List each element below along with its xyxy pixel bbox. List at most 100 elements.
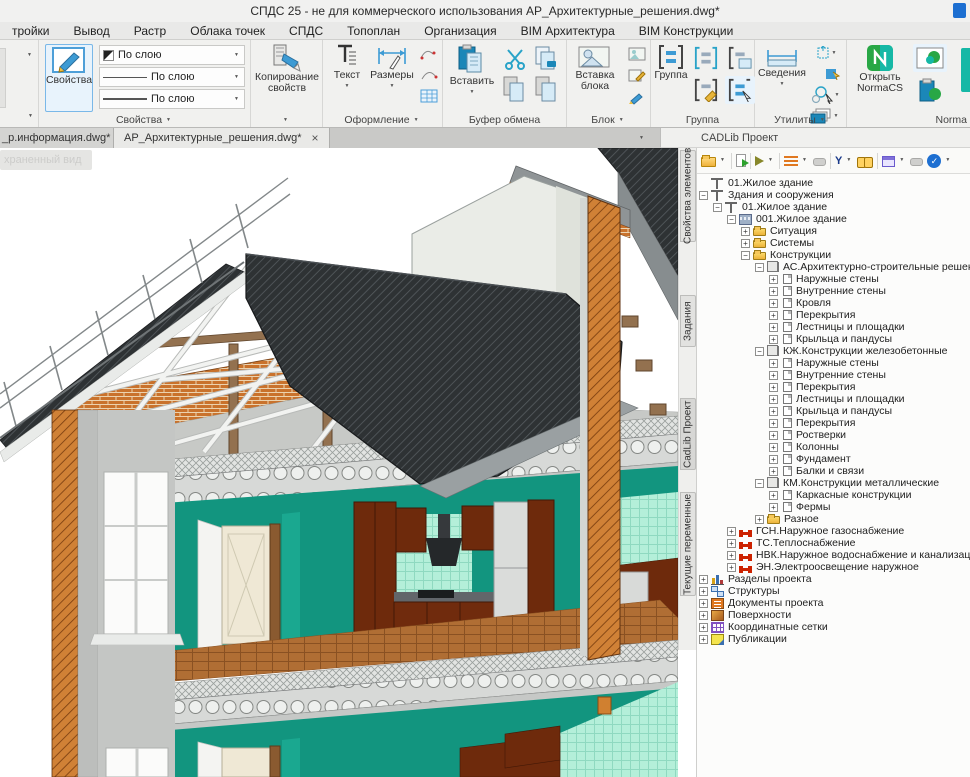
import-icon[interactable] — [736, 154, 746, 167]
find-icon[interactable] — [857, 157, 873, 167]
sync-icon[interactable] — [927, 154, 941, 168]
document-tab-active[interactable]: АР_Архитектурные_решения.dwg* × — [114, 128, 330, 148]
tree-item[interactable]: +Внутренние стены — [699, 369, 970, 381]
menu-item-2[interactable]: Растр — [122, 24, 178, 38]
chevron-down-icon[interactable] — [846, 152, 853, 170]
properties-button[interactable]: Свойства — [45, 44, 93, 112]
side-tab-3[interactable]: Текущие переменные — [680, 492, 696, 596]
tree-item[interactable]: +Балки и связи — [699, 465, 970, 477]
views-icon[interactable] — [882, 156, 895, 167]
expand-icon[interactable]: + — [699, 575, 708, 584]
lineweight-combo[interactable]: По слою — [99, 89, 245, 109]
open-project-icon[interactable] — [701, 157, 716, 167]
group-manager-icon[interactable] — [725, 44, 755, 72]
tree-item[interactable]: +Ситуация — [699, 225, 970, 237]
group-button[interactable]: Группа — [653, 44, 689, 81]
expand-icon[interactable]: + — [769, 275, 778, 284]
expand-icon[interactable]: + — [699, 587, 708, 596]
tree-item[interactable]: +Системы — [699, 237, 970, 249]
chevron-down-icon[interactable] — [945, 152, 952, 170]
tree-item[interactable]: +Разделы проекта — [699, 573, 970, 585]
menu-item-5[interactable]: Топоплан — [335, 24, 412, 38]
tree-item[interactable]: +Крыльца и пандусы — [699, 405, 970, 417]
copy-icon[interactable] — [499, 74, 529, 104]
chevron-down-icon[interactable] — [414, 114, 421, 126]
tree-item[interactable]: +Кровля — [699, 297, 970, 309]
tree-item[interactable]: +Координатные сетки — [699, 621, 970, 633]
ungroup-icon[interactable] — [691, 44, 721, 72]
paste-button[interactable]: Вставить — [447, 44, 497, 98]
tree-item[interactable]: +Лестницы и площадки — [699, 321, 970, 333]
tree-item[interactable]: +Ростверки — [699, 429, 970, 441]
info-button[interactable]: Сведения — [757, 44, 807, 90]
tree-item[interactable]: +Перекрытия — [699, 381, 970, 393]
tree-item[interactable]: +Наружные стены — [699, 357, 970, 369]
tree-item[interactable]: −Здания и сооружения — [699, 189, 970, 201]
arc-tool-icon[interactable] — [418, 65, 440, 85]
expand-icon[interactable]: + — [769, 383, 778, 392]
tree-item[interactable]: +ТС.Теплоснабжение — [699, 537, 970, 549]
chevron-down-icon[interactable] — [820, 114, 827, 126]
chevron-down-icon[interactable] — [639, 132, 646, 144]
expand-icon[interactable]: + — [727, 563, 736, 572]
collapse-icon[interactable]: − — [755, 263, 764, 272]
expand-icon[interactable]: + — [769, 491, 778, 500]
tree-item[interactable]: +Внутренние стены — [699, 285, 970, 297]
menu-item-4[interactable]: СПДС — [277, 24, 335, 38]
expand-icon[interactable]: + — [699, 635, 708, 644]
link2-icon[interactable] — [910, 158, 923, 166]
group-edit-icon[interactable] — [691, 76, 721, 104]
play-icon[interactable] — [755, 156, 764, 166]
expand-icon[interactable]: + — [741, 239, 750, 248]
side-tab-2[interactable]: CadLib Проект — [680, 398, 696, 470]
expand-icon[interactable]: + — [741, 227, 750, 236]
collapse-icon[interactable]: − — [741, 251, 750, 260]
tree-item[interactable]: +Поверхности — [699, 609, 970, 621]
collapse-icon[interactable]: − — [727, 215, 736, 224]
chevron-down-icon[interactable] — [768, 152, 775, 170]
tree-item[interactable]: −01.Жилое здание — [699, 201, 970, 213]
move-tool-icon[interactable] — [810, 43, 844, 63]
menu-item-6[interactable]: Организация — [412, 24, 508, 38]
expand-icon[interactable]: + — [727, 551, 736, 560]
tree-item[interactable]: +Наружные стены — [699, 273, 970, 285]
group-select-icon[interactable] — [725, 76, 755, 104]
paste-special-icon[interactable] — [531, 74, 561, 104]
filter-icon[interactable]: Y — [835, 154, 842, 168]
copy-with-base-icon[interactable] — [531, 44, 561, 72]
expand-icon[interactable]: + — [769, 287, 778, 296]
list-icon[interactable] — [784, 155, 798, 166]
menu-item-3[interactable]: Облака точек — [178, 24, 277, 38]
tree-root[interactable]: 01.Жилое здание — [699, 177, 970, 189]
expand-icon[interactable]: + — [769, 299, 778, 308]
expand-icon[interactable]: + — [699, 623, 708, 632]
window-control-icon[interactable] — [953, 3, 966, 18]
tree-item[interactable]: +ЭН.Электроосвещение наружное — [699, 561, 970, 573]
spline-tool-icon[interactable] — [418, 44, 440, 64]
tree-item[interactable]: +Структуры — [699, 585, 970, 597]
drawing-viewport[interactable]: храненный вид — [0, 148, 678, 777]
open-normacs-button[interactable]: Открыть NormaCS — [851, 44, 909, 94]
dimensions-button[interactable]: Размеры — [369, 44, 415, 92]
tree-item[interactable]: −АС.Архитектурно-строительные решения — [699, 261, 970, 273]
collapse-icon[interactable]: − — [755, 479, 764, 488]
tree-item[interactable]: +НВК.Наружное водоснабжение и канализаци… — [699, 549, 970, 561]
expand-icon[interactable]: + — [727, 527, 736, 536]
expand-icon[interactable]: + — [769, 467, 778, 476]
collapse-icon[interactable]: − — [713, 203, 722, 212]
tree-item[interactable]: −КЖ.Конструкции железобетонные — [699, 345, 970, 357]
chevron-down-icon[interactable] — [28, 107, 35, 125]
table-tool-icon[interactable] — [418, 86, 440, 106]
collapse-icon[interactable]: − — [755, 347, 764, 356]
tree-item[interactable]: +Крыльца и пандусы — [699, 333, 970, 345]
linetype-combo[interactable]: По слою — [99, 67, 245, 87]
expand-icon[interactable]: + — [769, 443, 778, 452]
expand-icon[interactable]: + — [769, 503, 778, 512]
chevron-down-icon[interactable] — [27, 46, 34, 64]
chevron-down-icon[interactable] — [166, 114, 173, 126]
link-icon[interactable] — [813, 158, 826, 166]
tree-item[interactable]: −КМ.Конструкции металлические — [699, 477, 970, 489]
expand-icon[interactable]: + — [769, 359, 778, 368]
expand-icon[interactable]: + — [769, 407, 778, 416]
menu-item-1[interactable]: Вывод — [62, 24, 122, 38]
